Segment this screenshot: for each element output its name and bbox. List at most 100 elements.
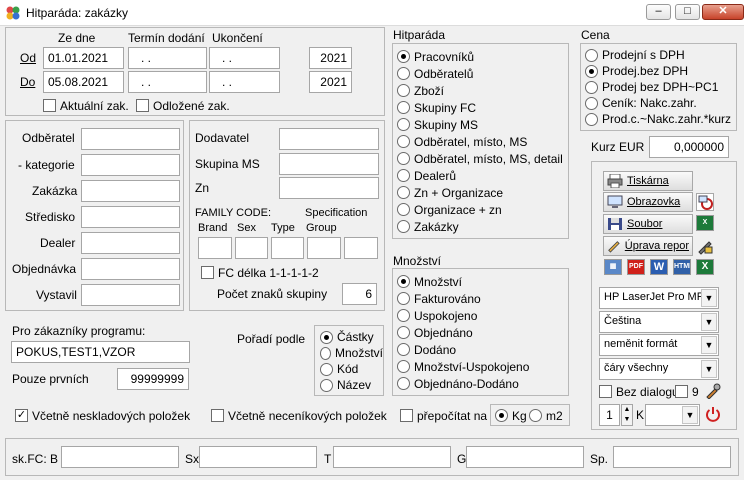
hitparada-option[interactable]: Skupiny MS — [397, 116, 568, 133]
checkbox-box[interactable] — [599, 385, 612, 398]
minimize-button[interactable]: – — [646, 4, 671, 20]
cena-option[interactable]: Prodejní s DPH — [585, 47, 736, 63]
hitparada-option[interactable]: Pracovníků — [397, 48, 568, 65]
issued-by-input[interactable] — [81, 284, 180, 306]
fc-group-input[interactable] — [466, 446, 584, 468]
radio-dot[interactable] — [397, 118, 410, 131]
to-date-input[interactable]: 05.08.2021 — [43, 71, 124, 93]
sex-input[interactable] — [235, 237, 268, 259]
radio-dot[interactable] — [585, 96, 598, 110]
mnozstvi-option[interactable]: Objednáno — [397, 324, 568, 341]
mnozstvi-option[interactable]: Uspokojeno — [397, 307, 568, 324]
pdf-icon[interactable]: PDF — [627, 259, 645, 275]
radio-dot[interactable] — [397, 292, 410, 305]
report-settings-icon[interactable] — [696, 237, 714, 255]
radio-dot[interactable] — [397, 203, 410, 216]
radio-dot[interactable] — [397, 220, 410, 233]
radio-dot[interactable] — [397, 50, 410, 63]
kurz-input[interactable]: 0,000000 — [649, 136, 729, 158]
table-icon[interactable]: ▦ — [604, 259, 622, 275]
brand-input[interactable] — [198, 237, 232, 259]
radio-dot[interactable] — [397, 186, 410, 199]
checkbox-box[interactable] — [211, 409, 224, 422]
language-select[interactable]: Čeština ▼ — [599, 311, 719, 333]
mnozstvi-option[interactable]: Fakturováno — [397, 290, 568, 307]
hitparada-option[interactable]: Zakázky — [397, 218, 568, 235]
chevron-down-icon[interactable]: ▼ — [701, 313, 717, 331]
word-icon[interactable]: W — [650, 259, 668, 275]
copies-spinner[interactable]: ▲ ▼ — [621, 404, 633, 426]
tools-icon[interactable] — [705, 383, 721, 400]
order-by-option[interactable]: Množství — [320, 345, 383, 361]
radio-dot[interactable] — [585, 80, 598, 94]
checkbox-box[interactable] — [43, 99, 56, 112]
radio-dot[interactable] — [397, 84, 410, 97]
order-by-option[interactable]: Název — [320, 377, 383, 393]
mnozstvi-option[interactable]: Množství-Uspokojeno — [397, 358, 568, 375]
no-dialog-checkbox[interactable]: Bez dialogu — [599, 382, 679, 401]
hitparada-option[interactable]: Odběratelů — [397, 65, 568, 82]
spec-input[interactable] — [344, 237, 378, 259]
radio-dot[interactable] — [320, 378, 333, 392]
fc-sex-input[interactable] — [199, 446, 317, 468]
hitparada-option[interactable]: Skupiny FC — [397, 99, 568, 116]
maximize-button[interactable]: □ — [675, 4, 700, 20]
radio-dot[interactable] — [585, 112, 598, 126]
radio-dot[interactable] — [495, 409, 508, 422]
screen-button[interactable]: Obrazovka — [603, 192, 693, 212]
from-end-input[interactable]: . . — [209, 47, 280, 69]
zn-input[interactable] — [279, 177, 379, 199]
radio-dot[interactable] — [397, 360, 410, 373]
customer-input[interactable] — [81, 128, 180, 150]
lines-select[interactable]: čáry všechny ▼ — [599, 358, 719, 380]
first-only-input[interactable]: 99999999 — [117, 368, 189, 390]
order-input[interactable] — [81, 180, 180, 202]
dealer-input[interactable] — [81, 232, 180, 254]
format-select[interactable]: neměnit formát ▼ — [599, 334, 719, 356]
from-year-input[interactable]: 2021 — [309, 47, 352, 69]
hitparada-option[interactable]: Organizace + zn — [397, 201, 568, 218]
from-date-input[interactable]: 01.01.2021 — [43, 47, 124, 69]
radio-dot[interactable] — [320, 346, 331, 360]
center-input[interactable] — [81, 206, 180, 228]
checkbox-box[interactable] — [201, 266, 214, 279]
print-button[interactable]: Tiskárna — [603, 171, 693, 191]
cena-option[interactable]: Prodej bez DPH~PC1 — [585, 79, 736, 95]
cena-option[interactable]: Prodej.bez DPH — [585, 63, 736, 79]
from-delivery-input[interactable]: . . — [128, 47, 207, 69]
type-input[interactable] — [271, 237, 304, 259]
radio-dot[interactable] — [397, 169, 410, 182]
current-orders-checkbox[interactable]: Aktuální zak. — [43, 96, 129, 115]
deferred-orders-checkbox[interactable]: Odložené zak. — [136, 96, 230, 115]
fc-type-input[interactable] — [333, 446, 451, 468]
cena-option[interactable]: Prod.c.~Nakc.zahr.*kurz — [585, 111, 736, 127]
checkbox-box[interactable] — [675, 385, 688, 398]
mnozstvi-option[interactable]: Objednáno-Dodáno — [397, 375, 568, 392]
to-end-input[interactable]: . . — [209, 71, 280, 93]
unit-m2-radio[interactable]: m2 — [529, 406, 563, 425]
mnozstvi-option[interactable]: Dodáno — [397, 341, 568, 358]
radio-dot[interactable] — [397, 275, 410, 288]
checkbox-box[interactable] — [136, 99, 149, 112]
radio-dot[interactable] — [397, 67, 410, 80]
radio-dot[interactable] — [397, 152, 410, 165]
radio-dot[interactable] — [397, 377, 410, 390]
radio-dot[interactable] — [397, 101, 410, 114]
group-ms-input[interactable] — [279, 153, 379, 175]
close-button[interactable]: ✕ — [702, 4, 744, 20]
purchase-order-input[interactable] — [81, 258, 180, 280]
radio-dot[interactable] — [397, 309, 410, 322]
fc-length-checkbox[interactable]: FC délka 1-1-1-1-2 — [201, 263, 319, 282]
html-icon[interactable]: HTML — [673, 259, 691, 275]
k-select[interactable]: ▼ — [645, 404, 700, 426]
fc-spec-input[interactable] — [613, 446, 731, 468]
unit-kg-radio[interactable]: Kg — [495, 406, 527, 425]
power-icon[interactable] — [705, 406, 721, 422]
include-nonstock-checkbox[interactable]: ✓ Včetně neskladových položek — [15, 406, 190, 425]
checkbox-checked[interactable]: ✓ — [15, 409, 28, 422]
to-delivery-input[interactable]: . . — [128, 71, 207, 93]
radio-dot[interactable] — [585, 48, 598, 62]
to-year-input[interactable]: 2021 — [309, 71, 352, 93]
supplier-input[interactable] — [279, 128, 379, 150]
category-input[interactable] — [81, 154, 180, 176]
